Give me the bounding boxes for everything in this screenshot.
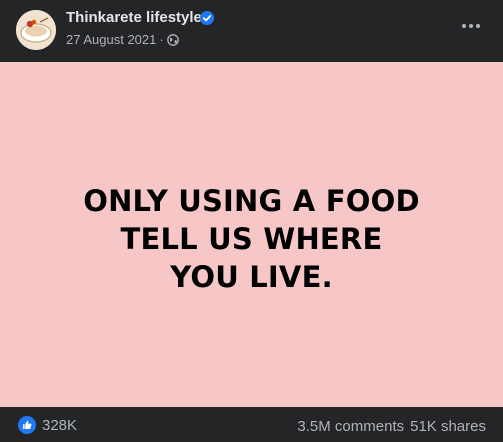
like-icon (18, 416, 36, 434)
post-stats-bar: 328K 3.5M comments 51K shares (0, 414, 503, 442)
food-bowl-icon (16, 10, 56, 50)
more-options-icon (462, 24, 466, 28)
verified-badge-icon (200, 11, 214, 25)
page-avatar[interactable] (16, 10, 56, 50)
engagement-stats: 3.5M comments 51K shares (297, 418, 486, 435)
globe-icon[interactable] (166, 33, 179, 46)
post-image[interactable]: ONLY USING A FOOD TELL US WHERE YOU LIVE… (0, 62, 503, 407)
post-header: Thinkarete lifestyle 27 August 2021 · (0, 0, 503, 62)
post-meta: 27 August 2021 · (66, 32, 179, 47)
more-options-button[interactable] (459, 14, 483, 38)
facebook-post: Thinkarete lifestyle 27 August 2021 · ON… (0, 0, 503, 442)
shares-count-link[interactable]: 51K shares (410, 418, 486, 435)
comments-count-link[interactable]: 3.5M comments (297, 418, 404, 435)
post-date[interactable]: 27 August 2021 (66, 32, 156, 47)
reaction-count: 328K (42, 416, 78, 434)
post-image-text: ONLY USING A FOOD TELL US WHERE YOU LIVE… (83, 183, 420, 294)
reactions-summary[interactable]: 328K (18, 416, 77, 434)
meta-separator: · (159, 32, 164, 47)
page-name[interactable]: Thinkarete lifestyle (66, 9, 202, 26)
